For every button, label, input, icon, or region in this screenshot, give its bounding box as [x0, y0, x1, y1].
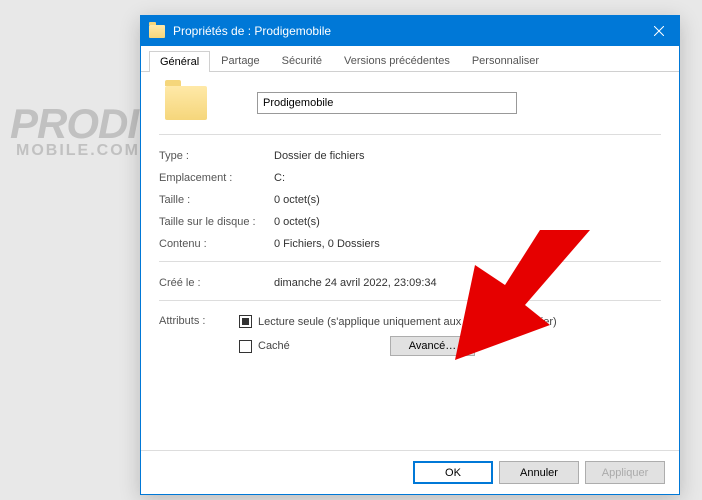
properties-window: Propriétés de : Prodigemobile Général Pa…	[140, 15, 680, 495]
tab-personnaliser[interactable]: Personnaliser	[461, 50, 550, 71]
tab-partage[interactable]: Partage	[210, 50, 271, 71]
hidden-checkbox[interactable]	[239, 340, 252, 353]
hidden-label: Caché	[258, 340, 290, 352]
readonly-checkbox[interactable]	[239, 315, 252, 328]
content-panel: Type : Dossier de fichiers Emplacement :…	[141, 72, 679, 370]
contenu-label: Contenu :	[159, 238, 274, 250]
divider	[159, 134, 661, 135]
footer: OK Annuler Appliquer	[141, 450, 679, 494]
cancel-button[interactable]: Annuler	[499, 461, 579, 484]
titlebar[interactable]: Propriétés de : Prodigemobile	[141, 16, 679, 46]
taille-disque-label: Taille sur le disque :	[159, 216, 274, 228]
close-icon	[654, 26, 664, 36]
emplacement-label: Emplacement :	[159, 172, 274, 184]
tab-versions[interactable]: Versions précédentes	[333, 50, 461, 71]
readonly-label: Lecture seule (s'applique uniquement aux…	[258, 316, 557, 328]
tab-bar: Général Partage Sécurité Versions précéd…	[141, 46, 679, 72]
taille-label: Taille :	[159, 194, 274, 206]
attributs-label: Attributs :	[159, 315, 239, 327]
folder-icon	[149, 25, 165, 38]
cree-value: dimanche 24 avril 2022, 23:09:34	[274, 277, 661, 289]
type-value: Dossier de fichiers	[274, 150, 661, 162]
divider	[159, 300, 661, 301]
tab-general[interactable]: Général	[149, 51, 210, 72]
cree-label: Créé le :	[159, 277, 274, 289]
emplacement-value: C:	[274, 172, 661, 184]
folder-large-icon	[165, 86, 207, 120]
tab-securite[interactable]: Sécurité	[271, 50, 333, 71]
apply-button[interactable]: Appliquer	[585, 461, 665, 484]
contenu-value: 0 Fichiers, 0 Dossiers	[274, 238, 661, 250]
taille-disque-value: 0 octet(s)	[274, 216, 661, 228]
divider	[159, 261, 661, 262]
close-button[interactable]	[639, 16, 679, 46]
folder-name-input[interactable]	[257, 92, 517, 114]
type-label: Type :	[159, 150, 274, 162]
advanced-button[interactable]: Avancé…	[390, 336, 476, 356]
window-title: Propriétés de : Prodigemobile	[173, 24, 639, 38]
taille-value: 0 octet(s)	[274, 194, 661, 206]
ok-button[interactable]: OK	[413, 461, 493, 484]
